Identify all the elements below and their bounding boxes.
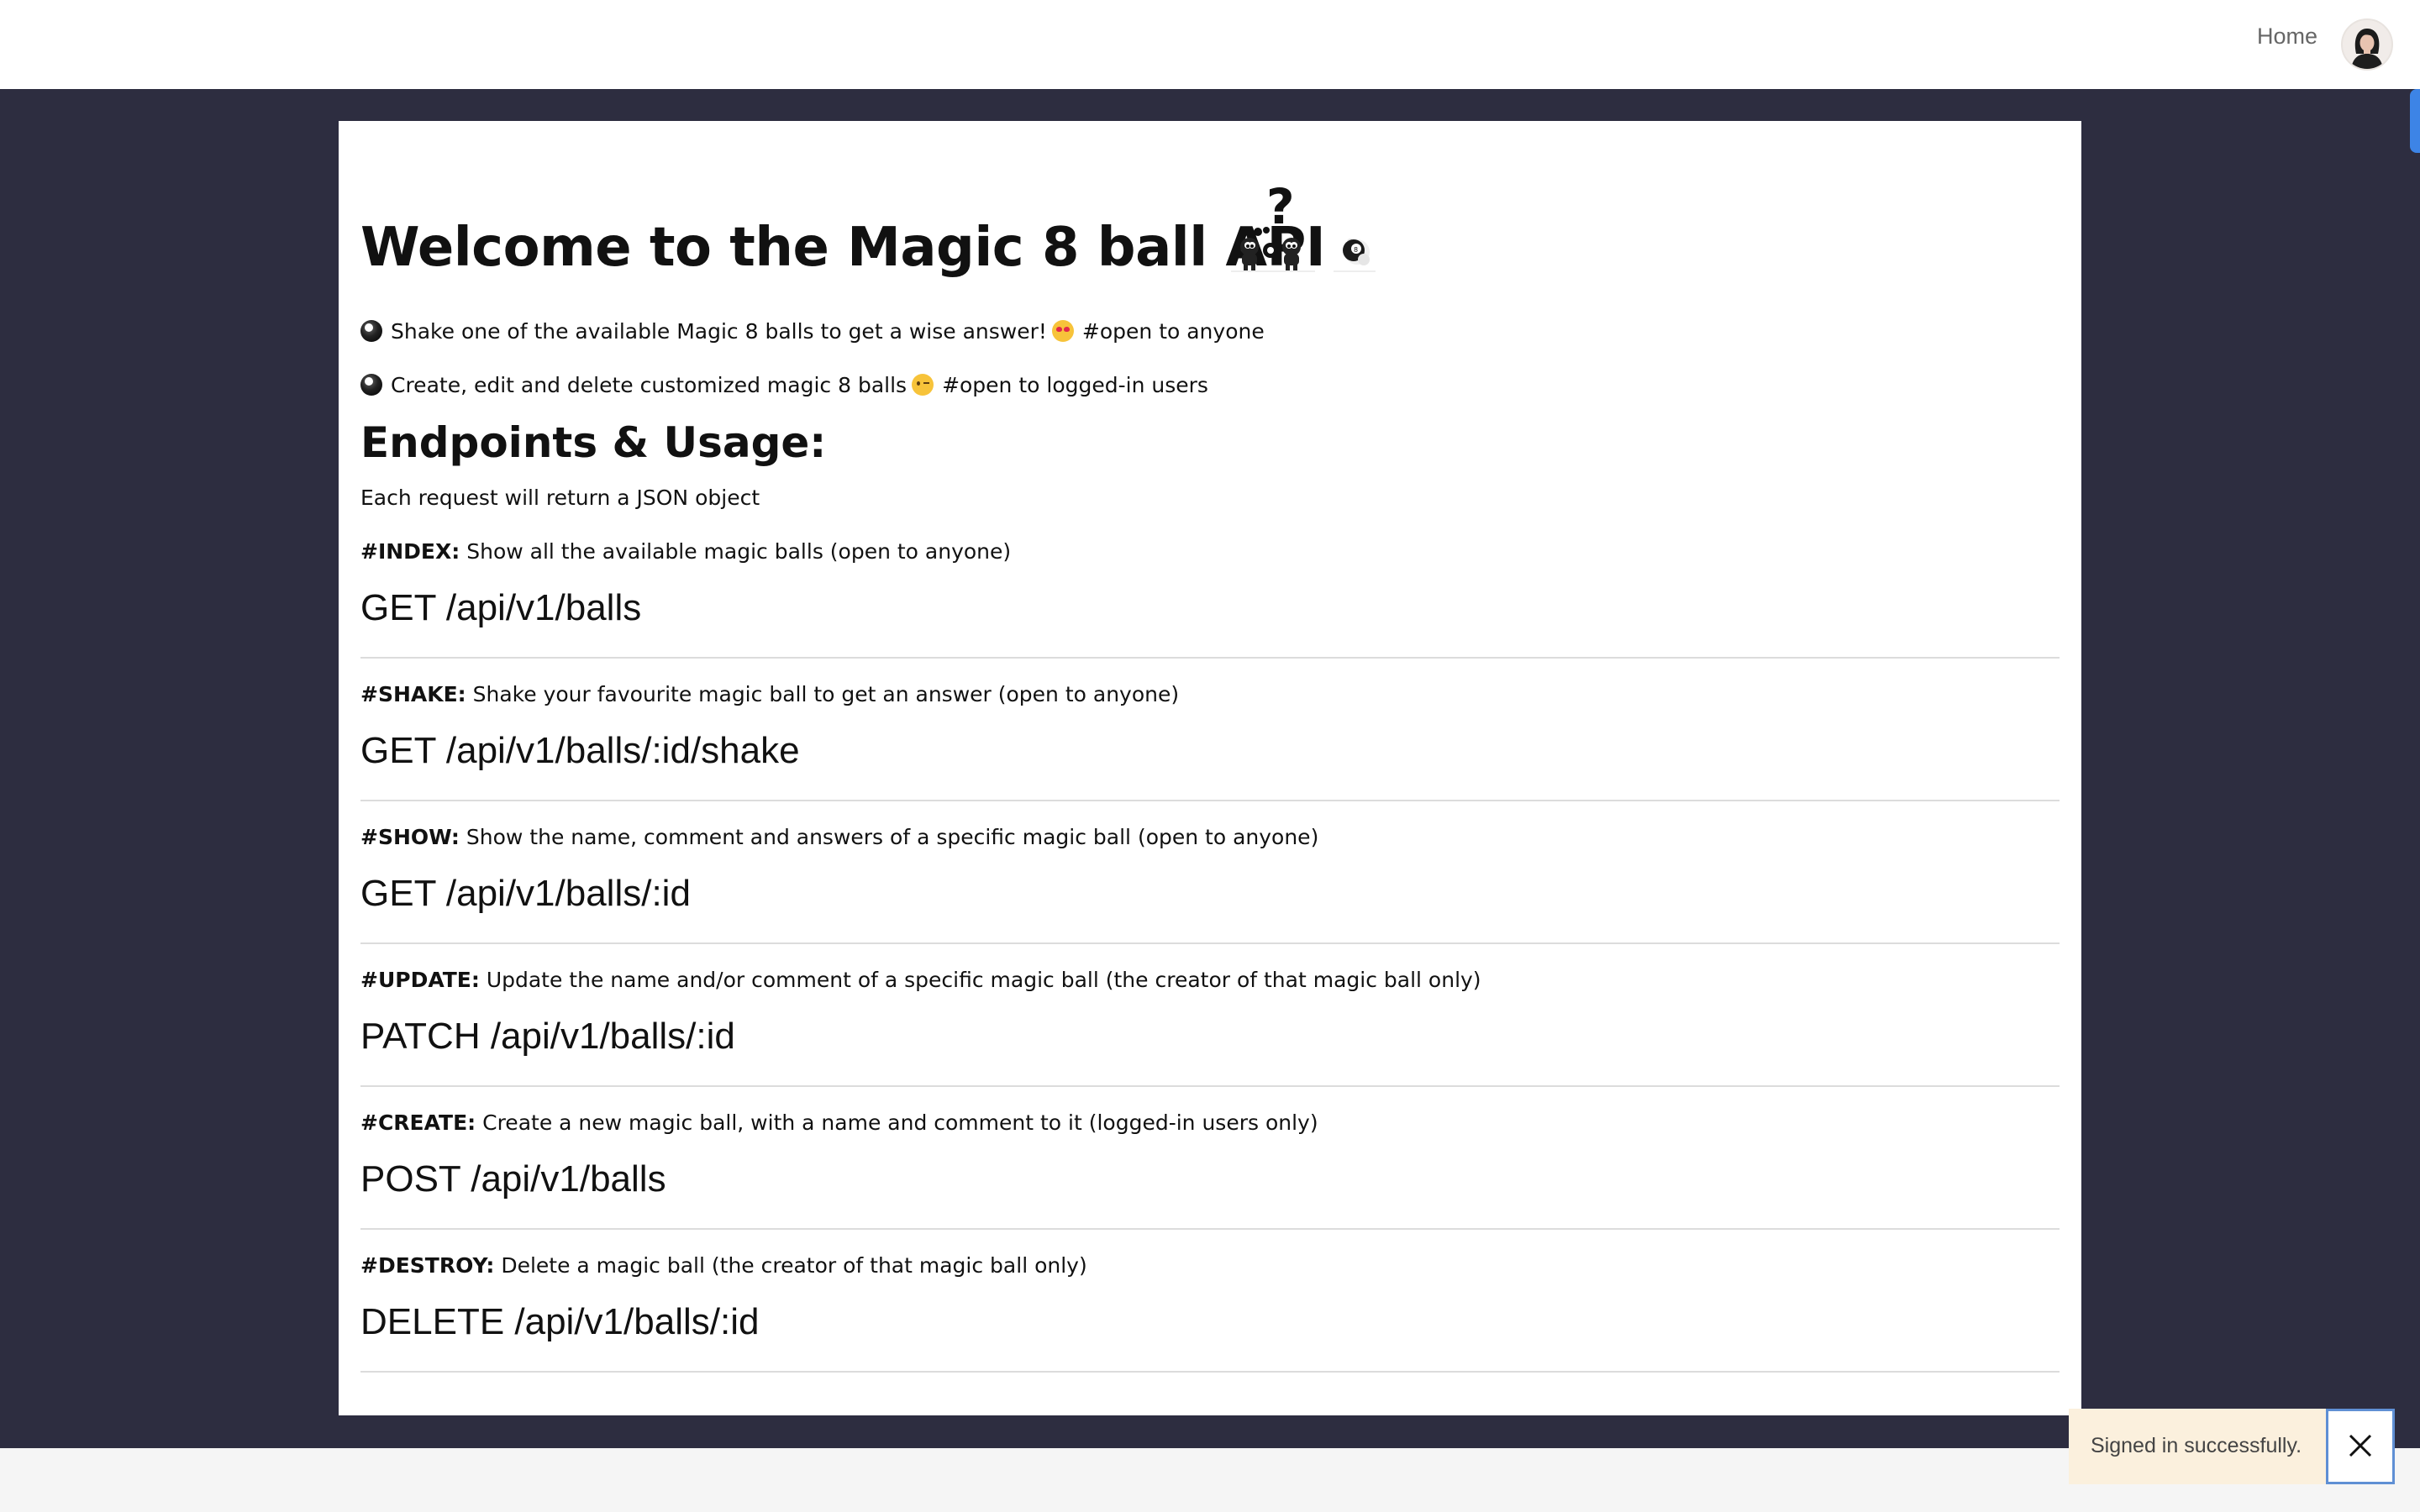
endpoint-shake: #SHAKE: Shake your favourite magic ball … [360, 682, 2060, 825]
intro-line-1-tag: #open to anyone [1081, 319, 1265, 344]
content-card: Welcome to the Magic 8 ball API ? 8 Shak… [339, 121, 2081, 1415]
endpoint-divider [360, 800, 2060, 801]
nav-home-link[interactable]: Home [2257, 24, 2317, 50]
endpoint-description: #UPDATE: Update the name and/or comment … [360, 968, 1481, 992]
endpoint-description: #INDEX: Show all the available magic bal… [360, 539, 1011, 564]
endpoint-description-text: Create a new magic ball, with a name and… [482, 1110, 1318, 1135]
endpoint-show: #SHOW: Show the name, comment and answer… [360, 825, 2060, 968]
svg-text:?: ? [1266, 180, 1295, 235]
endpoint-divider [360, 657, 2060, 659]
endpoint-description: #SHOW: Show the name, comment and answer… [360, 825, 1318, 849]
user-avatar[interactable] [2341, 18, 2393, 71]
endpoint-tag: #INDEX: [360, 539, 460, 564]
endpoint-route: GET /api/v1/balls/:id/shake [360, 730, 800, 771]
endpoint-divider [360, 1228, 2060, 1230]
intro-line-2-tag: #open to logged-in users [942, 373, 1208, 397]
endpoint-update: #UPDATE: Update the name and/or comment … [360, 968, 2060, 1110]
intro-line-2-text: Create, edit and delete customized magic… [391, 373, 908, 397]
endpoint-description-text: Show all the available magic balls (open… [466, 539, 1012, 564]
endpoint-tag: #DESTROY: [360, 1253, 495, 1278]
endpoint-create: #CREATE: Create a new magic ball, with a… [360, 1110, 2060, 1253]
endpoint-divider [360, 1085, 2060, 1087]
page-title: Welcome to the Magic 8 ball API [360, 217, 1326, 279]
endpoint-description: #CREATE: Create a new magic ball, with a… [360, 1110, 1318, 1135]
scroll-indicator[interactable] [2410, 89, 2420, 153]
endpoint-tag: #SHAKE: [360, 682, 466, 706]
endpoint-route: DELETE /api/v1/balls/:id [360, 1301, 760, 1342]
intro-line-1-text: Shake one of the available Magic 8 balls… [391, 319, 1047, 344]
endpoint-route: GET /api/v1/balls [360, 587, 642, 628]
intro-line-2: Create, edit and delete customized magic… [360, 373, 1208, 397]
top-navbar: Home [0, 0, 2420, 90]
close-icon [2349, 1434, 2372, 1457]
heart-eyes-emoji-icon [1051, 320, 1074, 342]
endpoint-tag: #SHOW: [360, 825, 460, 849]
magic-ball-emoji-icon [360, 374, 382, 396]
endpoint-destroy: #DESTROY: Delete a magic ball (the creat… [360, 1253, 2060, 1396]
json-note: Each request will return a JSON object [360, 486, 760, 510]
toast-close-button[interactable] [2326, 1409, 2395, 1484]
endpoint-description-text: Show the name, comment and answers of a … [466, 825, 1319, 849]
endpoint-tag: #UPDATE: [360, 968, 480, 992]
endpoint-route: GET /api/v1/balls/:id [360, 873, 691, 914]
intro-line-1: Shake one of the available Magic 8 balls… [360, 319, 1265, 344]
endpoint-divider [360, 942, 2060, 944]
endpoints-heading: Endpoints & Usage: [360, 418, 827, 467]
magic-ball-emoji-icon [360, 320, 382, 342]
svg-text:8: 8 [1354, 246, 1358, 254]
endpoint-route: PATCH /api/v1/balls/:id [360, 1016, 735, 1057]
endpoint-index: #INDEX: Show all the available magic bal… [360, 539, 2060, 682]
toast-message: Signed in successfully. [2091, 1434, 2302, 1457]
avatar-portrait-icon [2351, 29, 2383, 69]
endpoint-tag: #CREATE: [360, 1110, 476, 1135]
magic-ball-illustration-icon: ? 8 [1231, 180, 1376, 272]
endpoint-route: POST /api/v1/balls [360, 1158, 666, 1200]
winking-face-emoji-icon [912, 374, 934, 396]
flash-toast: Signed in successfully. [2069, 1409, 2395, 1484]
endpoint-divider [360, 1371, 2060, 1373]
endpoint-description: #DESTROY: Delete a magic ball (the creat… [360, 1253, 1087, 1278]
title-row: Welcome to the Magic 8 ball API ? 8 [360, 180, 2060, 289]
endpoint-description-text: Delete a magic ball (the creator of that… [501, 1253, 1087, 1278]
endpoint-description-text: Update the name and/or comment of a spec… [486, 968, 1481, 992]
endpoint-description-text: Shake your favourite magic ball to get a… [472, 682, 1180, 706]
endpoint-description: #SHAKE: Shake your favourite magic ball … [360, 682, 1179, 706]
